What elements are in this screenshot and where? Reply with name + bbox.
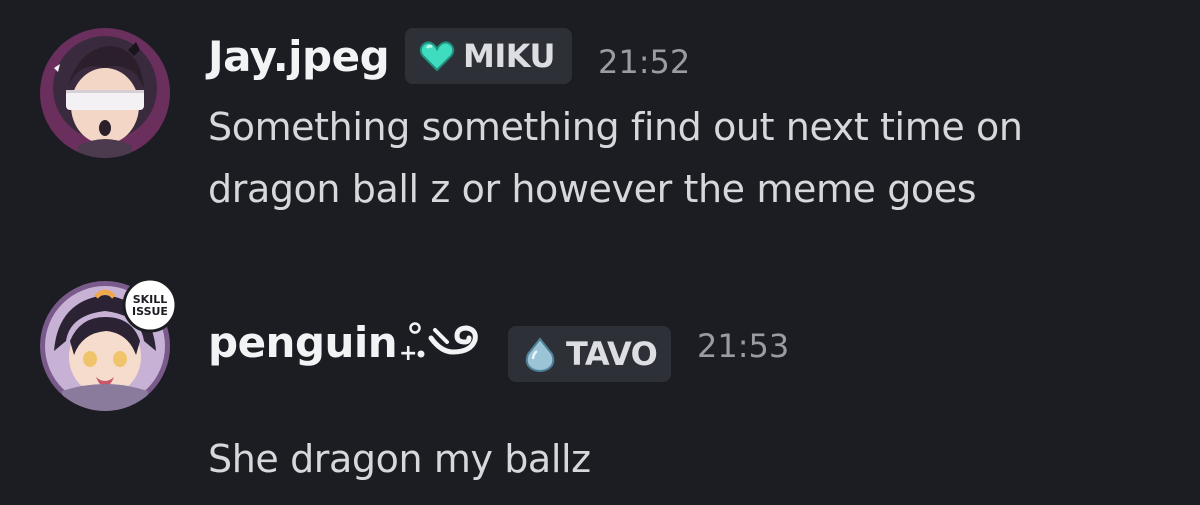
username[interactable]: penguin [208,318,398,367]
message-jay: Jay.jpeg MIKU 21:52 Something something … [0,0,1200,250]
timestamp[interactable]: 21:52 [598,43,690,81]
role-name: TAVO [566,335,658,373]
timestamp[interactable]: 21:53 [697,327,789,365]
username[interactable]: Jay.jpeg [208,32,390,81]
sparkle-swirl-decoration-icon: + [399,322,478,366]
svg-text:+: + [399,341,417,366]
message-line: dragon ball z or however the meme goes [208,167,977,211]
role-tag[interactable]: TAVO [508,326,671,382]
badge-line-2: ISSUE [132,305,168,318]
message-line: Something something find out next time o… [208,105,1023,149]
message-penguin: SKILL ISSUE penguin + TAVO 21:53 She dra… [0,250,1200,505]
message-content: She dragon my ballz [208,428,591,490]
avatar-jay-icon [40,28,170,158]
message-content: Something something find out next time o… [208,96,1023,220]
avatar[interactable] [40,28,170,158]
message-line: She dragon my ballz [208,437,591,481]
water-drop-icon [525,337,555,372]
chat-messages: Jay.jpeg MIKU 21:52 Something something … [0,0,1200,505]
role-tag[interactable]: MIKU [405,28,572,84]
role-name: MIKU [463,37,555,75]
teal-heart-icon [419,41,455,72]
skill-issue-badge-icon: SKILL ISSUE [122,277,178,333]
